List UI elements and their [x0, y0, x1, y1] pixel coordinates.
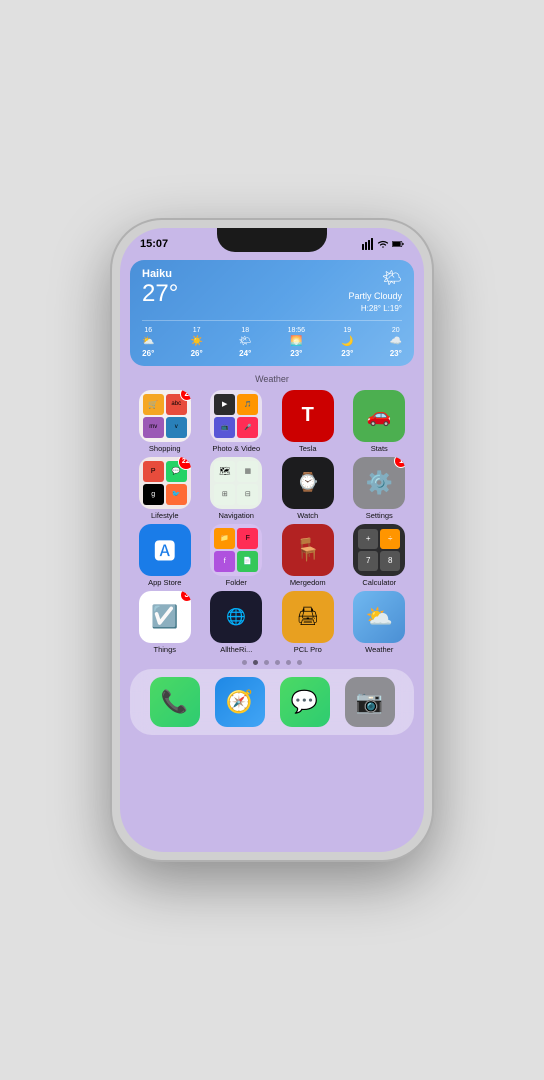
status-icons	[362, 238, 404, 250]
mergedom-label: Mergedom	[290, 578, 326, 587]
page-dots	[120, 660, 424, 665]
messages-icon: 💬	[280, 677, 330, 727]
dot-1	[253, 660, 258, 665]
lifestyle-badge: 22	[178, 457, 191, 470]
weather-app-label: Weather	[365, 645, 393, 654]
dock-safari[interactable]: 🧭	[215, 677, 265, 727]
dot-4	[286, 660, 291, 665]
phone-screen: 15:07	[120, 228, 424, 852]
app-stats[interactable]: 🚗 Stats	[345, 390, 415, 453]
app-calculator[interactable]: + ÷ 7 8 Calculator	[345, 524, 415, 587]
dock-camera[interactable]: 📷	[345, 677, 395, 727]
status-time: 15:07	[140, 238, 168, 250]
app-alltheri[interactable]: 🌐 AlltheRi...	[202, 591, 272, 654]
appstore-label: App Store	[148, 578, 181, 587]
app-shopping[interactable]: 🛒 abc mv v 2 Shopping	[130, 390, 200, 453]
phone-frame: 15:07	[112, 220, 432, 860]
settings-label: Settings	[366, 511, 393, 520]
app-photo-video[interactable]: ▶ 🎵 📺 🎤 Photo & Video	[202, 390, 272, 453]
forecast-item-0: 16 ⛅ 26°	[142, 327, 154, 358]
app-folder[interactable]: 📁 F f 📄 Folder	[202, 524, 272, 587]
dot-2	[264, 660, 269, 665]
phone-icon: 📞	[150, 677, 200, 727]
watch-label: Watch	[297, 511, 318, 520]
dot-3	[275, 660, 280, 665]
dock-phone[interactable]: 📞	[150, 677, 200, 727]
weather-temp: 27°	[142, 280, 178, 308]
forecast-item-3: 18:56 🌅 23°	[288, 327, 306, 358]
forecast-item-5: 20 ☁️ 23°	[390, 327, 402, 358]
wifi-icon	[377, 238, 389, 250]
weather-widget-label: Weather	[120, 374, 424, 384]
calculator-label: Calculator	[362, 578, 396, 587]
stats-label: Stats	[371, 444, 388, 453]
lifestyle-label: Lifestyle	[151, 511, 179, 520]
app-navigation[interactable]: 🗺 ▦ ⊞ ⊟ Navigation	[202, 457, 272, 520]
forecast-item-4: 19 🌙 23°	[341, 327, 353, 358]
app-tesla[interactable]: T Tesla	[273, 390, 343, 453]
weather-widget[interactable]: Haiku 27° 🌤 Partly Cloudy H:28° L:19° 16…	[130, 260, 414, 366]
safari-icon: 🧭	[215, 677, 265, 727]
folder-label: Folder	[226, 578, 247, 587]
notch	[217, 228, 327, 252]
forecast-row: 16 ⛅ 26° 17 ☀️ 26° 18 🌤 24° 18:56 🌅	[142, 320, 402, 358]
alltheri-label: AlltheRi...	[220, 645, 252, 654]
app-appstore[interactable]: 🅰 App Store	[130, 524, 200, 587]
app-weather[interactable]: ⛅ Weather	[345, 591, 415, 654]
pclpro-label: PCL Pro	[294, 645, 322, 654]
things-label: Things	[153, 645, 176, 654]
forecast-item-2: 18 🌤 24°	[239, 327, 252, 358]
tesla-label: Tesla	[299, 444, 317, 453]
app-mergedom[interactable]: 🪑 Mergedom	[273, 524, 343, 587]
app-watch[interactable]: ⌚ Watch	[273, 457, 343, 520]
weather-city: Haiku	[142, 268, 178, 280]
dot-0	[242, 660, 247, 665]
photo-video-label: Photo & Video	[212, 444, 260, 453]
dot-5	[297, 660, 302, 665]
weather-high: H:28° L:19°	[348, 303, 402, 314]
settings-badge: 1	[394, 457, 405, 468]
dock: 📞 🧭 💬 📷	[130, 669, 414, 735]
signal-icon	[362, 238, 374, 250]
shopping-badge: 2	[180, 390, 191, 401]
app-pclpro[interactable]: 🖨 PCL Pro	[273, 591, 343, 654]
forecast-item-1: 17 ☀️ 26°	[190, 327, 202, 358]
battery-icon	[392, 238, 404, 250]
dock-messages[interactable]: 💬	[280, 677, 330, 727]
weather-condition: Partly Cloudy	[348, 290, 402, 303]
camera-icon: 📷	[345, 677, 395, 727]
shopping-label: Shopping	[149, 444, 181, 453]
app-grid: 🛒 abc mv v 2 Shopping ▶ 🎵 📺 🎤	[120, 390, 424, 654]
app-things[interactable]: ☑️ 3 Things	[130, 591, 200, 654]
weather-sun-icon: 🌤	[382, 268, 402, 288]
navigation-label: Navigation	[219, 511, 254, 520]
app-settings[interactable]: ⚙️ 1 Settings	[345, 457, 415, 520]
things-badge: 3	[180, 591, 191, 602]
app-lifestyle[interactable]: P 💬 g 🐦 22 Lifestyle	[130, 457, 200, 520]
